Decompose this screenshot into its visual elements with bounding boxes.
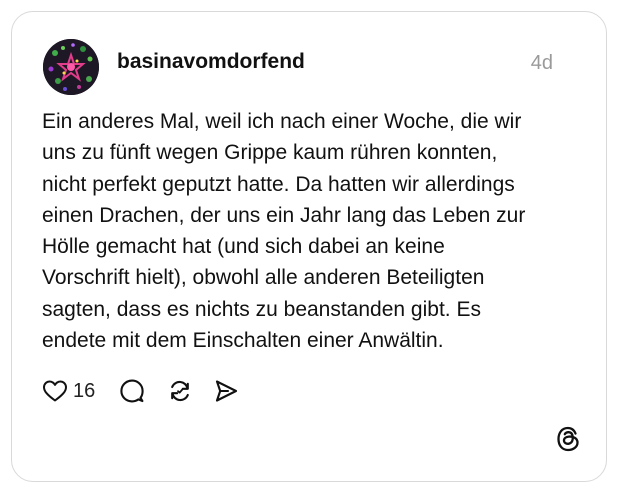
avatar-image bbox=[43, 39, 99, 95]
heart-icon bbox=[43, 380, 67, 402]
send-paper-plane-icon bbox=[216, 380, 238, 402]
like-count: 16 bbox=[73, 379, 96, 402]
post-body-line: endete mit dem Einschalten einer Anwälti… bbox=[42, 329, 444, 353]
post-body-line: Hölle gemacht hat (und sich dabei an kei… bbox=[42, 235, 445, 259]
username[interactable]: basinavomdorfend bbox=[117, 50, 305, 74]
post-body-line: uns zu fünft wegen Grippe kaum rühren ko… bbox=[42, 141, 498, 165]
avatar[interactable] bbox=[43, 39, 99, 95]
post-body-line: nicht perfekt geputzt hatte. Da hatten w… bbox=[42, 172, 515, 196]
post-body: Ein anderes Mal, weil ich nach einer Woc… bbox=[42, 106, 582, 356]
like-button[interactable]: 16 bbox=[42, 379, 119, 403]
repost-arrows-icon bbox=[171, 380, 190, 402]
post-body-line: Vorschrift hielt), obwohl alle anderen B… bbox=[42, 266, 485, 290]
post-timestamp: 4d bbox=[530, 52, 553, 74]
threads-logo-glyph bbox=[557, 426, 579, 452]
share-button[interactable] bbox=[213, 378, 239, 404]
reply-button[interactable] bbox=[119, 378, 145, 404]
repost-button[interactable] bbox=[167, 378, 193, 404]
post-body-line: Ein anderes Mal, weil ich nach einer Woc… bbox=[42, 110, 522, 133]
post-body-line: sagten, dass es nichts zu beanstanden gi… bbox=[42, 297, 481, 321]
threads-logo-icon[interactable] bbox=[553, 424, 583, 454]
post-actions: 16 bbox=[42, 376, 239, 406]
comment-bubble-icon bbox=[120, 379, 144, 403]
post-body-line: einen Drachen, der uns ein Jahr lang das… bbox=[42, 203, 526, 227]
post-card: basinavomdorfend 4d Ein anderes Mal, wei… bbox=[11, 11, 607, 482]
